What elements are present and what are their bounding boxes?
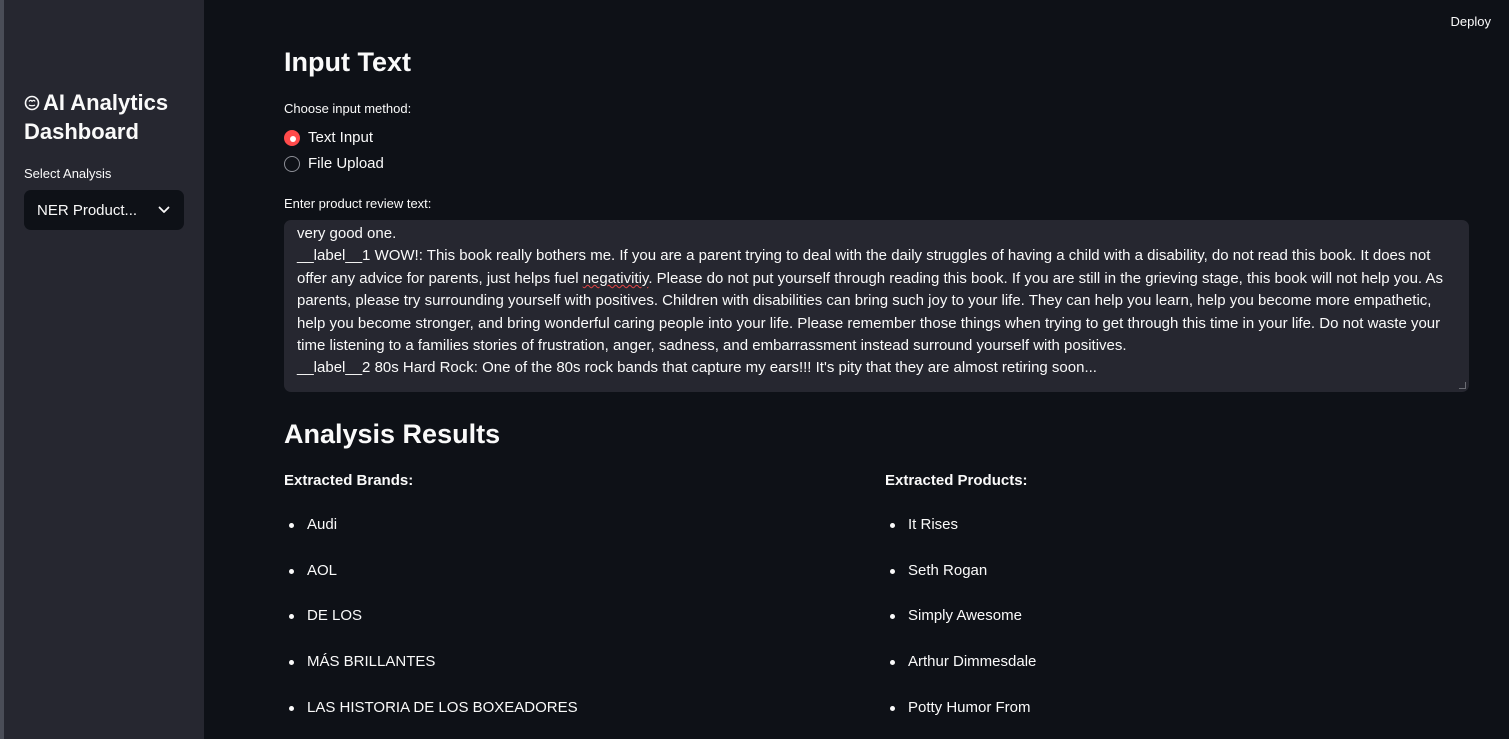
list-item: LAS HISTORIA DE LOS BOXEADORES bbox=[284, 699, 844, 739]
spellcheck-word: negativitiy bbox=[582, 269, 649, 287]
list-item: It Rises bbox=[885, 516, 1445, 562]
review-text-label: Enter product review text: bbox=[284, 196, 432, 211]
list-item: AOL bbox=[284, 562, 844, 608]
list-item: Audi bbox=[284, 516, 844, 562]
app-window: AI Analytics Dashboard Select Analysis N… bbox=[0, 0, 1509, 739]
list-item: Simply Awesome bbox=[885, 607, 1445, 653]
sidebar-title-text: AI Analytics Dashboard bbox=[24, 90, 169, 144]
radio-label: Text Input bbox=[308, 129, 374, 146]
radio-file-upload[interactable]: File Upload bbox=[284, 155, 384, 172]
list-item: MÁS BRILLANTES bbox=[284, 653, 844, 699]
products-list: It Rises Seth Rogan Simply Awesome Arthu… bbox=[885, 516, 1445, 739]
chevron-down-icon bbox=[158, 206, 170, 213]
input-text-heading: Input Text bbox=[284, 47, 411, 77]
analysis-results-heading: Analysis Results bbox=[284, 419, 501, 449]
textarea-line: very good one. bbox=[297, 225, 397, 242]
analysis-select-value: NER Product... bbox=[37, 201, 138, 219]
brands-column: Extracted Brands: Audi AOL DE LOS MÁS BR… bbox=[284, 472, 844, 739]
radio-text-input[interactable]: Text Input bbox=[284, 129, 373, 146]
resize-handle[interactable] bbox=[1459, 382, 1466, 389]
brands-heading: Extracted Brands: bbox=[284, 472, 414, 489]
radio-unselected-icon bbox=[284, 155, 300, 172]
analysis-select[interactable]: NER Product... bbox=[24, 190, 184, 230]
textarea-line: __label__2 80s Hard Rock: One of the 80s… bbox=[297, 359, 1097, 377]
brands-list: Audi AOL DE LOS MÁS BRILLANTES LAS HISTO… bbox=[284, 516, 844, 739]
textarea-line: __label__1 WOW!: This book really bother… bbox=[297, 245, 1456, 357]
input-method-label: Choose input method: bbox=[284, 101, 412, 116]
list-item: Potty Humor From bbox=[885, 699, 1445, 739]
radio-selected-icon bbox=[284, 129, 300, 146]
review-textarea[interactable]: very good one. __label__1 WOW!: This boo… bbox=[284, 220, 1469, 392]
select-analysis-label: Select Analysis bbox=[24, 166, 112, 181]
sidebar: AI Analytics Dashboard Select Analysis N… bbox=[4, 0, 204, 739]
radio-label: File Upload bbox=[308, 155, 384, 172]
list-item: Seth Rogan bbox=[885, 562, 1445, 608]
products-heading: Extracted Products: bbox=[885, 472, 1028, 489]
list-item: DE LOS bbox=[284, 607, 844, 653]
deploy-button[interactable]: Deploy bbox=[1451, 14, 1491, 29]
sidebar-title: AI Analytics Dashboard bbox=[24, 88, 194, 146]
list-item: Arthur Dimmesdale bbox=[885, 653, 1445, 699]
products-column: Extracted Products: It Rises Seth Rogan … bbox=[885, 472, 1445, 739]
brain-icon bbox=[24, 95, 40, 111]
